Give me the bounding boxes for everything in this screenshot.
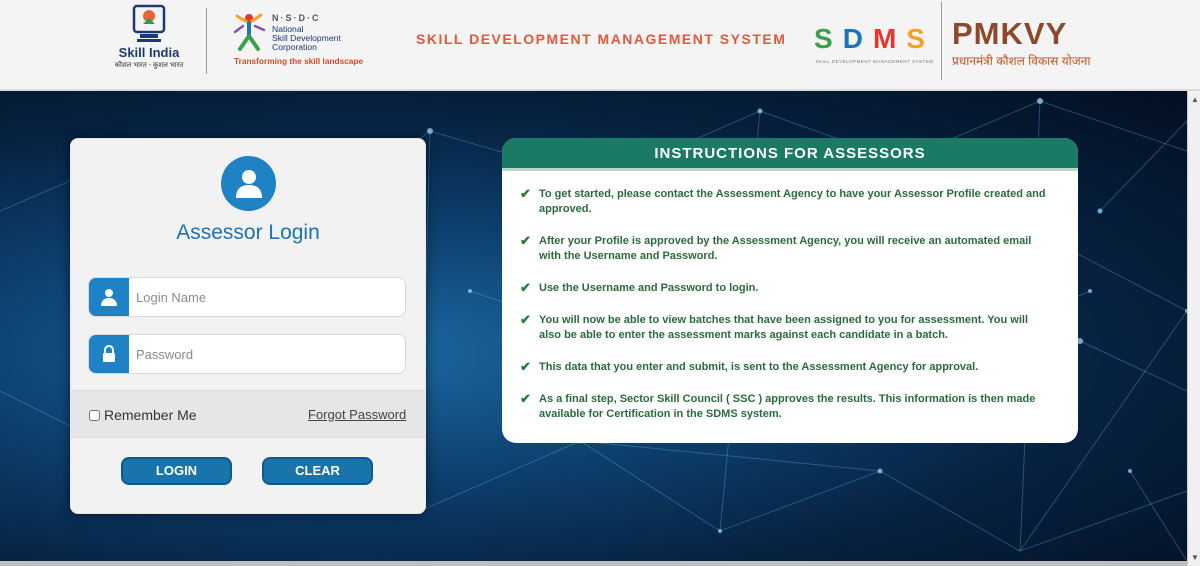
instruction-item: ✔ You will now be able to view batches th… — [520, 312, 1046, 343]
instruction-item: ✔ This data that you enter and submit, is… — [520, 359, 1046, 375]
sdms-letter: M — [872, 23, 907, 54]
sdms-letter: S — [906, 23, 935, 54]
instruction-item: ✔ As a final step, Sector Skill Council (… — [520, 391, 1046, 422]
assessor-login-card: Assessor Login Remember Me Forgot Passwo… — [70, 138, 426, 514]
password-input[interactable] — [136, 344, 396, 364]
page-bottom-strip — [0, 561, 1187, 566]
sdms-letters: SDMS — [812, 22, 937, 56]
sdms-letter: S — [814, 23, 843, 54]
remember-me-checkbox[interactable] — [89, 409, 100, 421]
skill-india-name: Skill India — [118, 45, 180, 60]
nsdc-name-line3: Corporation — [272, 42, 317, 52]
lock-icon — [103, 345, 115, 362]
instruction-text: This data that you enter and submit, is … — [539, 361, 979, 373]
checkmark-icon: ✔ — [520, 391, 531, 406]
page-scrollbar[interactable]: ▲ ▼ — [1187, 91, 1200, 566]
nsdc-abbreviation: N·S·D·C — [272, 13, 321, 23]
sdms-letter: D — [842, 23, 873, 54]
login-options-row: Remember Me Forgot Password — [71, 390, 425, 438]
checkmark-icon: ✔ — [520, 233, 531, 248]
nsdc-slogan: Transforming the skill landscape — [234, 56, 364, 66]
nsdc-full-name: National Skill Development Corporation — [272, 25, 341, 52]
instruction-item: ✔ To get started, please contact the Asse… — [520, 186, 1046, 217]
forgot-password-link[interactable]: Forgot Password — [308, 407, 406, 422]
login-name-input[interactable] — [136, 287, 396, 307]
checkmark-icon: ✔ — [520, 359, 531, 374]
instructions-panel: INSTRUCTIONS FOR ASSESSORS ✔ To get start… — [502, 138, 1078, 443]
avatar — [221, 156, 276, 211]
instruction-text: After your Profile is approved by the As… — [539, 235, 1032, 262]
instruction-text: As a final step, Sector Skill Council ( … — [539, 393, 1036, 420]
nsdc-logo[interactable]: N·S·D·C National Skill Development Corpo… — [228, 10, 368, 70]
checkmark-icon: ✔ — [520, 280, 531, 295]
instructions-list: ✔ To get started, please contact the Asse… — [502, 171, 1078, 422]
remember-me-label: Remember Me — [104, 407, 197, 423]
instruction-text: Use the Username and Password to login. — [539, 282, 759, 294]
login-button[interactable]: LOGIN — [121, 457, 232, 485]
skill-india-tagline: कौशल भारत - कुशल भारत — [114, 62, 184, 69]
user-avatar-icon — [236, 170, 262, 198]
system-title: SKILL DEVELOPMENT MANAGEMENT SYSTEM — [416, 31, 787, 47]
pmkvy-logo[interactable]: PMKVY प्रधानमंत्री कौशल विकास योजना — [952, 10, 1102, 75]
sdms-subtitle: SKILL DEVELOPMENT MANAGEMENT SYSTEM — [815, 59, 934, 64]
clear-button[interactable]: CLEAR — [262, 457, 373, 485]
scroll-down-icon[interactable]: ▼ — [1191, 553, 1199, 562]
skill-india-emblem-icon — [132, 4, 166, 42]
password-field[interactable] — [88, 334, 406, 374]
instructions-title: INSTRUCTIONS FOR ASSESSORS — [502, 138, 1078, 171]
instruction-text: You will now be able to view batches tha… — [539, 314, 1029, 341]
pmkvy-name: PMKVY — [952, 16, 1068, 51]
login-name-field[interactable] — [88, 277, 406, 317]
nsdc-person-icon — [233, 13, 266, 51]
sdms-logo[interactable]: SDMS SKILL DEVELOPMENT MANAGEMENT SYSTEM — [812, 22, 937, 70]
pmkvy-subtitle: प्रधानमंत्री कौशल विकास योजना — [952, 54, 1091, 68]
skill-india-logo[interactable]: Skill India कौशल भारत - कुशल भारत — [110, 4, 188, 84]
checkmark-icon: ✔ — [520, 186, 531, 201]
checkmark-icon: ✔ — [520, 312, 531, 327]
user-icon — [101, 289, 117, 306]
scroll-up-icon[interactable]: ▲ — [1191, 95, 1199, 104]
instruction-text: To get started, please contact the Asses… — [539, 188, 1046, 215]
remember-me-option[interactable]: Remember Me — [89, 407, 197, 423]
site-header: Skill India कौशल भारत - कुशल भारत N·S·D·… — [0, 0, 1200, 90]
user-field-icon-box — [89, 278, 129, 316]
header-divider — [206, 8, 207, 74]
instruction-item: ✔ After your Profile is approved by the A… — [520, 233, 1046, 264]
login-title: Assessor Login — [176, 221, 320, 244]
instruction-item: ✔ Use the Username and Password to login. — [520, 280, 1046, 296]
password-field-icon-box — [89, 335, 129, 373]
header-divider — [941, 2, 942, 80]
